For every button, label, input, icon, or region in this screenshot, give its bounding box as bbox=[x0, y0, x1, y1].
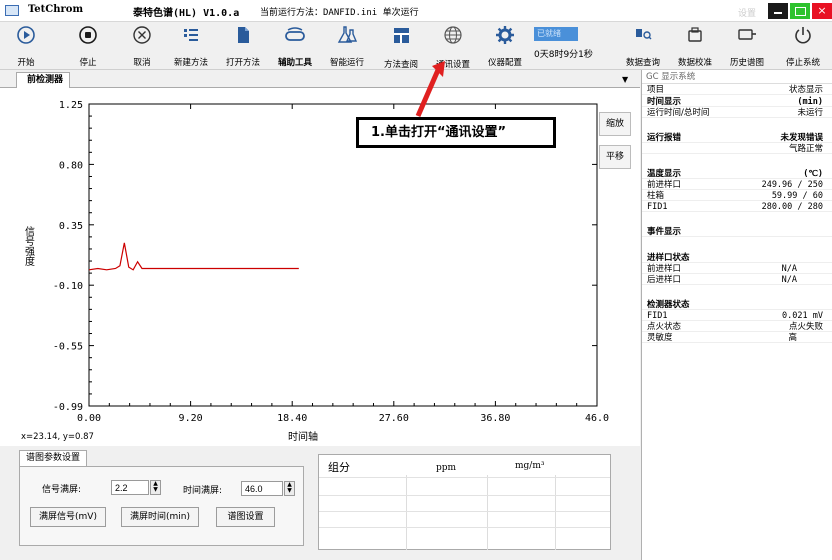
time-full-input[interactable] bbox=[241, 481, 283, 496]
signal-full-input[interactable] bbox=[111, 480, 149, 495]
gc-panel-title: GC 显示系统 bbox=[642, 70, 832, 84]
full-time-button[interactable]: 满屏时间(min) bbox=[121, 507, 199, 527]
gc-status-panel: GC 显示系统 项目 状态显示 时间显示 (min) 运行时间/总时间 未运行 运行报… bbox=[641, 70, 832, 560]
time-full-label: 时间满屏: bbox=[183, 486, 223, 496]
mgm3-col-header: mg/m³ bbox=[515, 461, 545, 471]
signal-full-label: 信号满屏: bbox=[42, 485, 82, 495]
run-time-row: 运行时间/总时间 未运行 bbox=[642, 108, 832, 118]
fid1-temp-row: FID1 280.00 / 280 bbox=[642, 202, 832, 212]
instruction-callout: 1.单击打开“通讯设置” bbox=[356, 117, 556, 148]
front-inlet-status-row: 前进样口 N/A bbox=[642, 264, 832, 274]
run-error-row: 运行报错 未发现错误 bbox=[642, 133, 832, 143]
temp-display-row: 温度显示 (℃) bbox=[642, 169, 832, 179]
time-spinner-icon[interactable]: ▲ ▼ bbox=[284, 481, 295, 496]
time-display-row: 时间显示 (min) bbox=[642, 97, 832, 107]
detector-status-row: 检测器状态 bbox=[642, 300, 832, 310]
component-table: 组分 ppm mg/m³ bbox=[318, 454, 611, 550]
sensitivity-row: 灵敏度高 bbox=[642, 333, 832, 343]
ppm-col-header: ppm bbox=[436, 463, 457, 473]
rear-inlet-status-row: 后进样口 N/A bbox=[642, 275, 832, 285]
component-col-header: 组分 bbox=[328, 461, 350, 474]
ignition-status-row: 点火状态 点火失败 bbox=[642, 322, 832, 332]
signal-spinner-icon[interactable]: ▲ ▼ bbox=[150, 480, 161, 495]
column-oven-temp-row: 柱箱 59.99 / 60 bbox=[642, 191, 832, 201]
tab-chart-params[interactable]: 谱图参数设置 bbox=[19, 450, 88, 466]
front-inlet-temp-row: 前进样口 249.96 / 250 bbox=[642, 180, 832, 190]
chart-settings-button[interactable]: 谱图设置 bbox=[216, 507, 275, 527]
panel-header-row: 项目 状态显示 bbox=[642, 85, 832, 95]
inlet-status-row: 进样口状态 bbox=[642, 253, 832, 263]
event-display-row: 事件显示 bbox=[642, 227, 832, 237]
chart-params-panel bbox=[19, 466, 304, 546]
fid1-signal-row: FID1 0.021 mV bbox=[642, 311, 832, 321]
full-signal-button[interactable]: 满屏信号(mV) bbox=[30, 507, 106, 527]
gas-status-row: 气路正常 bbox=[642, 144, 832, 154]
